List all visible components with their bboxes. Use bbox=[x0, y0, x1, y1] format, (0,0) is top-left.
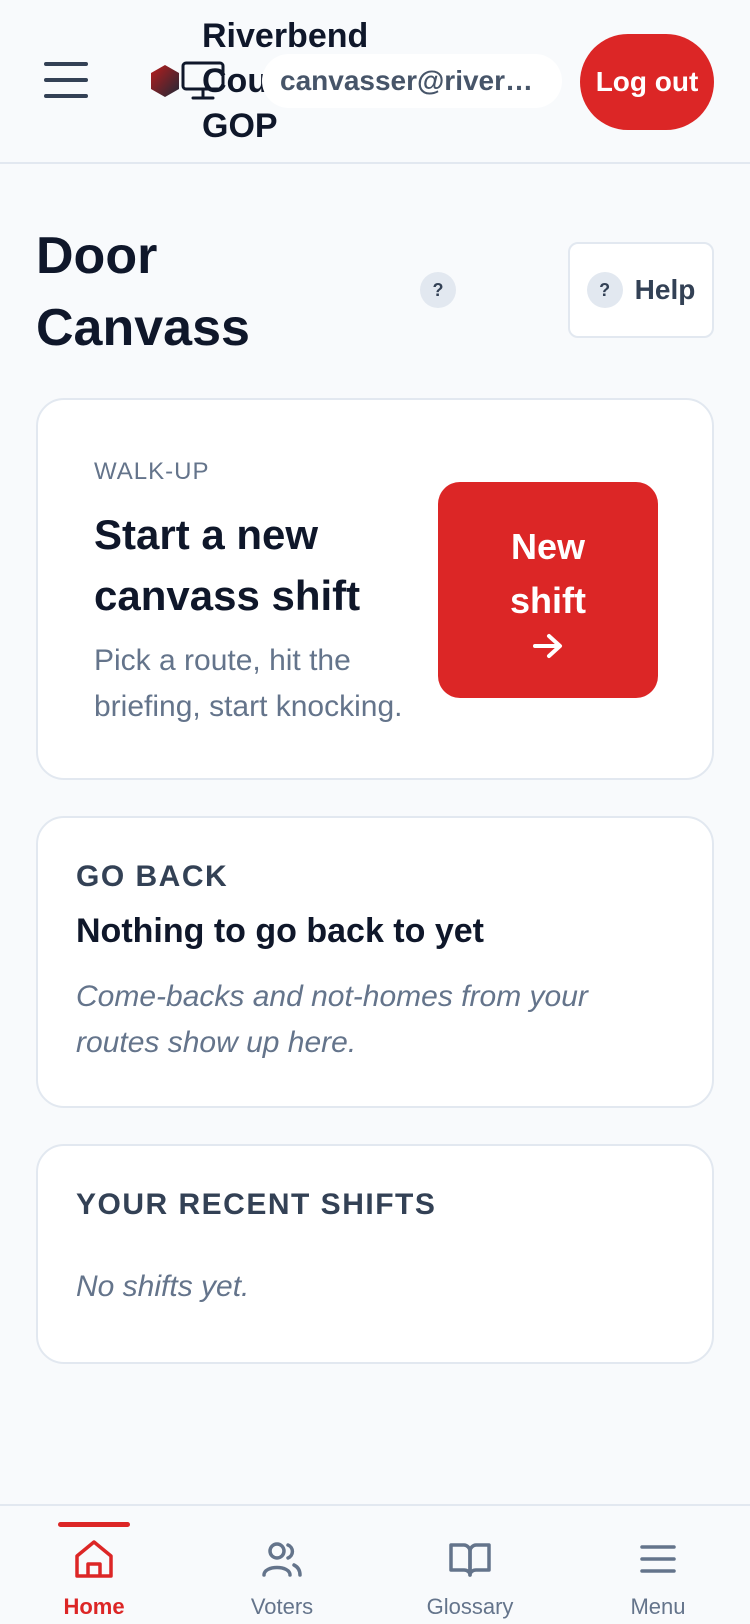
card-description: Pick a route, hit the briefing, start kn… bbox=[94, 644, 403, 723]
new-shift-button-label: New shift bbox=[510, 526, 586, 621]
nav-item-label: Menu bbox=[630, 1594, 686, 1619]
page-title: Door Canvass bbox=[36, 227, 250, 357]
help-button[interactable]: ? Help bbox=[568, 242, 714, 338]
hamburger-line bbox=[44, 62, 88, 66]
card-title: Start a new canvass shift bbox=[94, 511, 361, 619]
app-header: Riverbend County GOP canvasser@riverbend… bbox=[0, 0, 750, 164]
users-icon bbox=[262, 1542, 302, 1577]
hamburger-menu-button[interactable] bbox=[40, 56, 92, 104]
book-icon bbox=[449, 1543, 491, 1577]
active-indicator bbox=[58, 1522, 130, 1527]
help-icon: ? bbox=[586, 272, 623, 308]
card-title: Nothing to go back to yet bbox=[76, 912, 484, 950]
hamburger-line bbox=[44, 94, 88, 98]
help-button-label: Help bbox=[634, 274, 696, 305]
nav-item-home[interactable]: Home bbox=[0, 1506, 188, 1624]
card-description: Come-backs and not-homes from your route… bbox=[76, 980, 588, 1059]
new-shift-card: WALK-UP Start a new canvass shift Pick a… bbox=[36, 398, 714, 780]
monitor-icon bbox=[181, 61, 225, 100]
card-eyebrow: GO BACK bbox=[76, 860, 229, 893]
app-root: Riverbend County GOP canvasser@riverbend… bbox=[0, 0, 750, 1624]
arrow-right-icon bbox=[533, 634, 562, 658]
nav-item-label: Glossary bbox=[426, 1594, 514, 1619]
bottom-nav: Home Voters Glossary Menu bbox=[0, 1504, 750, 1624]
help-tooltip-icon[interactable]: ? bbox=[420, 272, 456, 308]
card-eyebrow: YOUR RECENT SHIFTS bbox=[76, 1188, 437, 1221]
menu-icon bbox=[640, 1545, 676, 1573]
card-eyebrow: WALK-UP bbox=[94, 458, 210, 485]
nav-item-label: Home bbox=[63, 1594, 125, 1619]
nav-item-menu[interactable]: Menu bbox=[564, 1506, 750, 1624]
hamburger-line bbox=[44, 78, 88, 82]
nav-item-label: Voters bbox=[250, 1594, 314, 1619]
logout-button[interactable]: Log out bbox=[580, 34, 714, 130]
nav-item-voters[interactable]: Voters bbox=[188, 1506, 376, 1624]
go-back-card: GO BACK Nothing to go back to yet Come-b… bbox=[36, 816, 714, 1108]
new-shift-button[interactable]: New shift bbox=[438, 482, 658, 698]
home-icon bbox=[75, 1540, 113, 1578]
nav-item-glossary[interactable]: Glossary bbox=[376, 1506, 564, 1624]
empty-state-text: No shifts yet. bbox=[76, 1270, 250, 1303]
user-email-badge: canvasser@riverbend.gop bbox=[262, 54, 562, 108]
org-logo-icon bbox=[151, 65, 179, 97]
recent-shifts-card: YOUR RECENT SHIFTS No shifts yet. bbox=[36, 1144, 714, 1364]
